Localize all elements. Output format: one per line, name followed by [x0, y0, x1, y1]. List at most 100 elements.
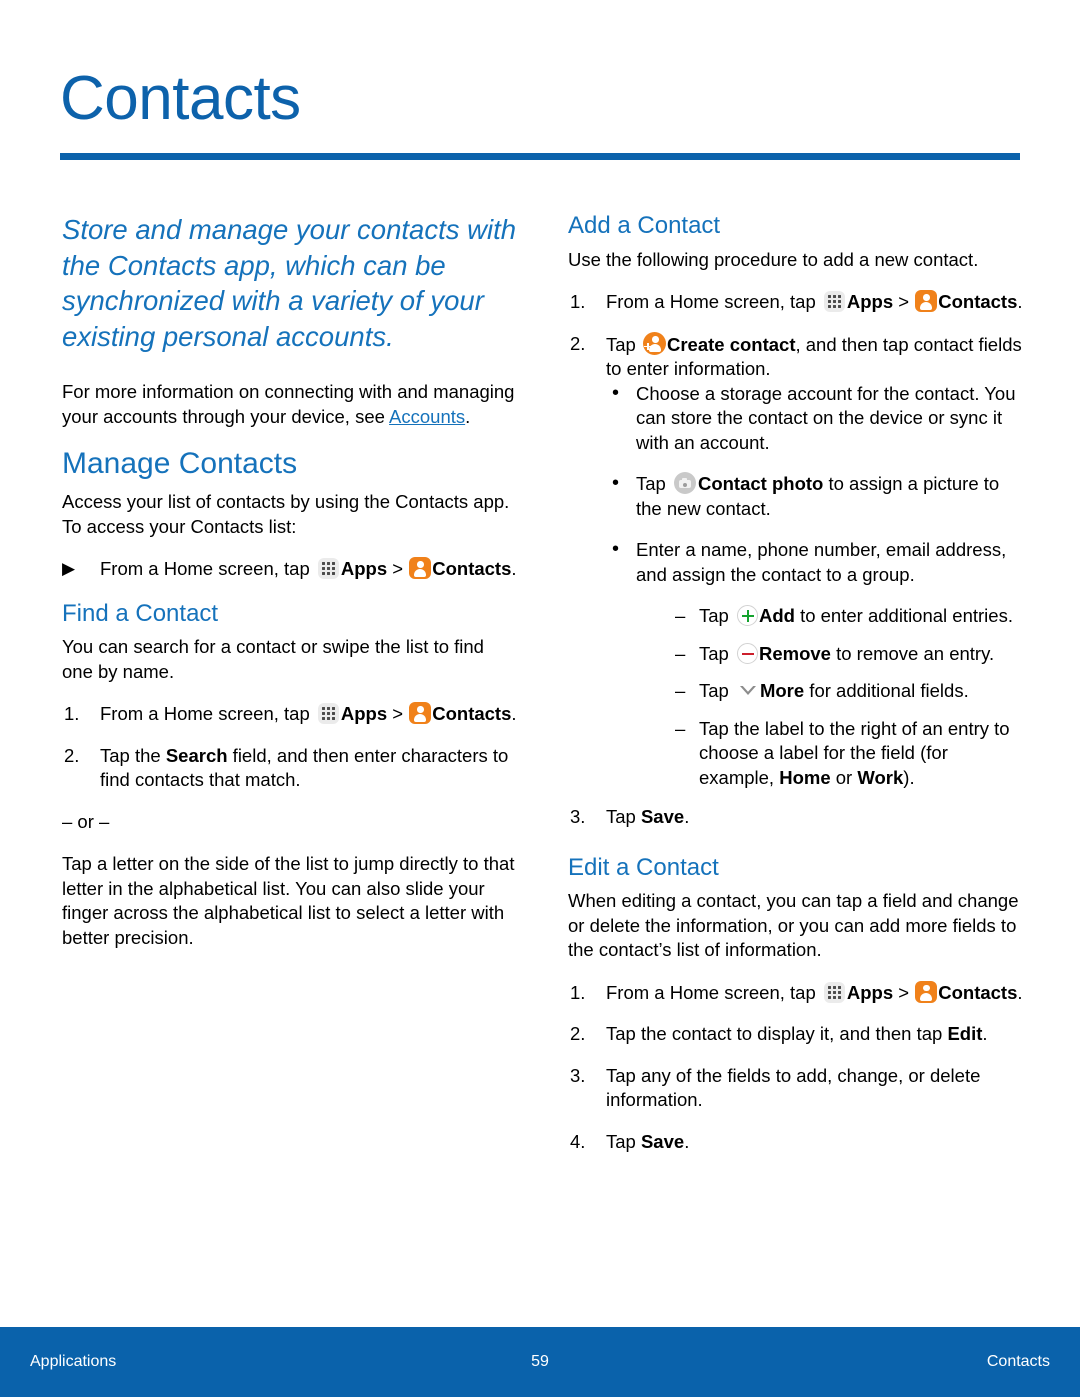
- apps-icon-dot-grid: [827, 985, 841, 999]
- edit-step-3: 3. Tap any of the fields to add, change,…: [568, 1064, 1023, 1113]
- dash-part2: for additional fields.: [804, 680, 969, 702]
- add-a-contact-paragraph: Use the following procedure to add a new…: [568, 248, 979, 270]
- edit-step-1-period: .: [1017, 981, 1023, 1003]
- manage-contacts-paragraph: Access your list of contacts by using th…: [62, 491, 510, 537]
- add-contact-bullet-list: • Choose a storage account for the conta…: [606, 382, 1023, 588]
- heading-add-a-contact: Add a Contact: [568, 212, 721, 239]
- list-item: • Choose a storage account for the conta…: [606, 382, 1023, 456]
- apps-label: Apps: [846, 981, 894, 1003]
- heading-find-a-contact: Find a Contact: [62, 599, 219, 627]
- add-step-1-number: 1.: [570, 291, 586, 313]
- save-label: Save: [640, 806, 685, 828]
- dash-part1: Tap: [699, 605, 734, 627]
- find-step-2-part1: Tap the: [100, 744, 166, 766]
- manual-page: Contacts Store and manage your contacts …: [0, 0, 1080, 1397]
- contacts-icon[interactable]: [409, 557, 432, 579]
- create-contact-icon[interactable]: [642, 331, 666, 355]
- find-step-2: 2. Tap the Search field, and then enter …: [62, 744, 517, 793]
- add-icon-plus-horizontal: [741, 615, 754, 618]
- right-column: Add a Contact Use the following procedur…: [568, 212, 1023, 1171]
- edit-step-2-number: 2.: [570, 1023, 586, 1045]
- bullet-text: Enter a name, phone number, email addres…: [636, 539, 1007, 585]
- edit-step-1: 1. From a Home screen, tap Apps > Contac…: [568, 980, 1023, 1006]
- add-step-3-number: 3.: [570, 806, 586, 828]
- dash-part2: to enter additional entries.: [794, 605, 1013, 627]
- contacts-icon-body: [414, 569, 427, 577]
- contacts-icon-body: [414, 714, 427, 723]
- edit-step-1-number: 1.: [570, 981, 586, 1003]
- edit-step-4: 4. Tap Save.: [568, 1130, 1023, 1155]
- create-contact-icon-head: [652, 336, 659, 343]
- contacts-icon[interactable]: [409, 702, 432, 725]
- list-item: – Tap More for additional fields.: [669, 679, 1023, 704]
- apps-icon[interactable]: [317, 703, 339, 725]
- create-contact-label: Create contact: [666, 333, 796, 355]
- list-item: • Enter a name, phone number, email addr…: [606, 538, 1023, 587]
- find-step-1-number: 1.: [64, 703, 80, 725]
- edit-a-contact-step-list: 1. From a Home screen, tap Apps > Contac…: [568, 980, 1023, 1155]
- page-footer: Applications 59 Contacts: [0, 1327, 1080, 1397]
- footer-page-number: 59: [531, 1353, 549, 1370]
- add-step-1-text-before-apps: From a Home screen, tap: [606, 291, 821, 313]
- step-period: .: [511, 558, 517, 579]
- dash-bullet-icon: –: [675, 680, 686, 702]
- contacts-icon[interactable]: [915, 290, 938, 313]
- manage-contacts-arrow-step: ▶ From a Home screen, tap Apps > Contact…: [62, 557, 517, 582]
- bullet-part1: Tap: [636, 473, 671, 495]
- add-step-2: 2. Tap Create contact, and then tap cont…: [568, 331, 1023, 791]
- save-label: Save: [640, 1130, 685, 1152]
- bullet-dot-icon: •: [612, 472, 620, 495]
- more-label: More: [759, 680, 805, 702]
- edit-step-2-part2: .: [982, 1023, 988, 1045]
- edit-step-2-part1: Tap the contact to display it, and then …: [606, 1023, 948, 1045]
- add-step-1-separator: >: [893, 291, 915, 313]
- apps-label: Apps: [340, 558, 388, 579]
- add-step-1-period: .: [1017, 291, 1023, 313]
- contacts-icon-body: [920, 302, 933, 311]
- contacts-icon-body: [920, 992, 933, 1001]
- contacts-label: Contacts: [432, 558, 512, 579]
- dash-bullet-icon: –: [675, 642, 686, 664]
- find-step-2-number: 2.: [64, 744, 80, 766]
- contact-photo-label: Contact photo: [697, 473, 824, 495]
- apps-icon[interactable]: [823, 291, 845, 313]
- heading-manage-contacts: Manage Contacts: [62, 447, 298, 480]
- add-plus-icon[interactable]: [736, 605, 758, 627]
- contacts-icon[interactable]: [915, 980, 938, 1003]
- find-a-contact-paragraph: You can search for a contact or swipe th…: [62, 636, 484, 682]
- more-chevron-down-icon[interactable]: [737, 680, 759, 700]
- apps-icon[interactable]: [317, 558, 339, 579]
- find-step-1-text-before-apps: From a Home screen, tap: [100, 703, 315, 725]
- accounts-link[interactable]: Accounts: [389, 406, 465, 427]
- edit-step-3-part1: Tap any of the fields to add, change, or…: [606, 1064, 981, 1111]
- apps-icon[interactable]: [823, 981, 845, 1003]
- label-dash-mid: or: [830, 766, 858, 788]
- arrow-bullet-icon: ▶: [62, 559, 76, 578]
- find-step-1-separator: >: [387, 703, 409, 725]
- add-step-3-part2: .: [684, 806, 690, 828]
- add-step-3: 3. Tap Save.: [568, 805, 1023, 830]
- contacts-icon-head: [417, 706, 424, 713]
- left-column: Store and manage your contacts with the …: [62, 212, 517, 968]
- apps-icon-dot-grid: [827, 295, 841, 309]
- work-label: Work: [857, 766, 904, 788]
- bullet-dot-icon: •: [612, 381, 620, 404]
- remove-minus-icon[interactable]: [736, 642, 758, 664]
- contact-photo-camera-icon[interactable]: [673, 472, 696, 495]
- find-step-1-period: .: [511, 703, 517, 725]
- dash-part1: Tap: [699, 642, 734, 664]
- intro-lede: Store and manage your contacts with the …: [62, 214, 517, 352]
- contacts-icon-head: [923, 294, 930, 301]
- search-field-label: Search: [165, 744, 228, 766]
- footer-chapter-label: Contacts: [986, 1353, 1050, 1370]
- add-step-2-part1: Tap: [606, 333, 641, 355]
- contacts-label: Contacts: [938, 981, 1018, 1003]
- or-divider: – or –: [62, 810, 110, 832]
- edit-step-4-part1: Tap: [606, 1130, 641, 1152]
- edit-step-4-number: 4.: [570, 1130, 586, 1152]
- dash-part1: Tap: [699, 680, 734, 702]
- add-a-contact-step-list: 1. From a Home screen, tap Apps > Contac…: [568, 290, 1023, 830]
- dash-bullet-icon: –: [675, 605, 686, 627]
- remove-icon-minus-bar: [741, 652, 754, 655]
- dash-bullet-icon: –: [675, 717, 686, 739]
